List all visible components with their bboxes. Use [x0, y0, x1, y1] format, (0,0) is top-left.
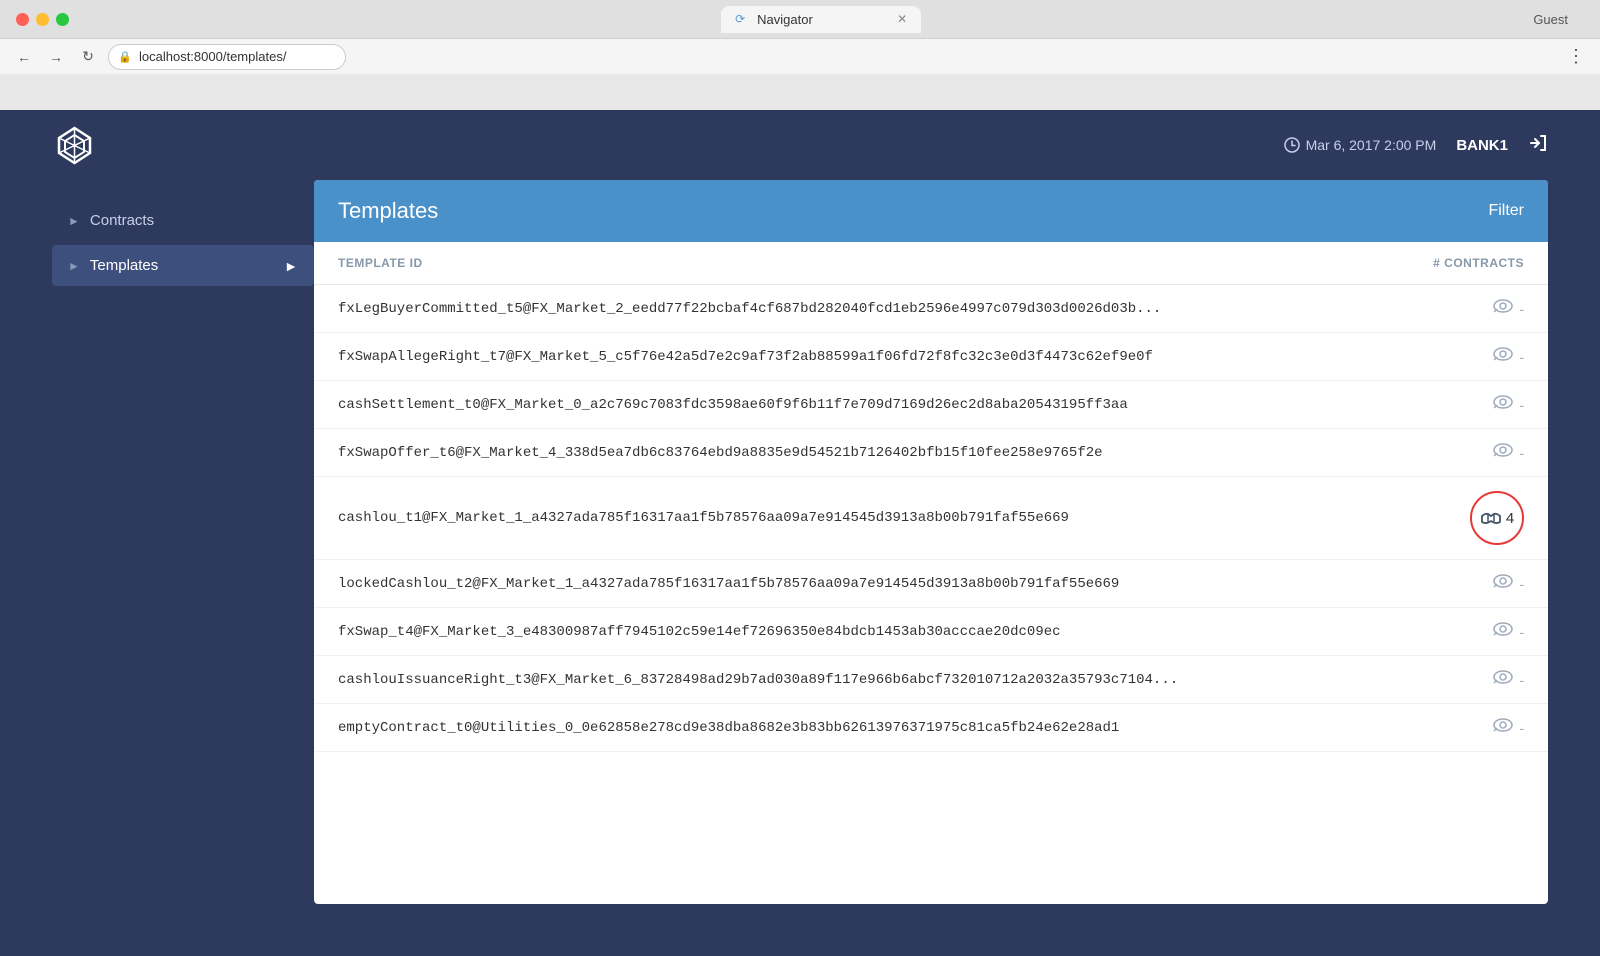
url-container: 🔒 — [108, 44, 1556, 70]
app-logo — [52, 123, 97, 168]
contracts-count: - — [1519, 349, 1524, 365]
sidebar-item-contracts[interactable]: ► Contracts — [52, 200, 314, 241]
tab-icon: ⟳ — [735, 12, 749, 26]
contracts-count: - — [1519, 672, 1524, 688]
contracts-badge: 4 — [1470, 491, 1524, 545]
back-button[interactable]: ← — [12, 45, 36, 69]
contracts-count: - — [1519, 445, 1524, 461]
reload-button[interactable]: ↻ — [76, 45, 100, 69]
handshake-icon — [1480, 508, 1502, 528]
table-row[interactable]: fxSwapAllegeRight_t7@FX_Market_5_c5f76e4… — [314, 333, 1548, 381]
header-right: Mar 6, 2017 2:00 PM BANK1 — [1284, 133, 1548, 158]
view-icon[interactable] — [1493, 670, 1513, 689]
close-tab-button[interactable]: ✕ — [897, 12, 907, 26]
traffic-lights — [16, 13, 69, 26]
lock-icon: 🔒 — [118, 50, 132, 63]
view-icon[interactable] — [1493, 622, 1513, 641]
table-row[interactable]: fxSwapOffer_t6@FX_Market_4_338d5ea7db6c8… — [314, 429, 1548, 477]
clock-icon — [1284, 137, 1300, 153]
datetime-label: Mar 6, 2017 2:00 PM — [1306, 137, 1437, 153]
chevron-icon: ► — [68, 214, 80, 228]
title-bar: ⟳ Navigator ✕ Guest — [0, 0, 1600, 38]
view-icon[interactable] — [1493, 395, 1513, 414]
logo-area — [52, 123, 97, 168]
row-contracts: - — [1404, 670, 1524, 689]
row-template-id: fxSwap_t4@FX_Market_3_e48300987aff794510… — [338, 624, 1404, 640]
row-contracts: - — [1404, 574, 1524, 593]
table-row-highlighted[interactable]: cashlou_t1@FX_Market_1_a4327ada785f16317… — [314, 477, 1548, 560]
col-contracts: # CONTRACTS — [1404, 256, 1524, 270]
contracts-count: - — [1519, 720, 1524, 736]
row-template-id: lockedCashlou_t2@FX_Market_1_a4327ada785… — [338, 576, 1404, 592]
app-container: Mar 6, 2017 2:00 PM BANK1 ► Contracts ► … — [0, 110, 1600, 956]
minimize-button[interactable] — [36, 13, 49, 26]
guest-label: Guest — [1533, 12, 1568, 27]
sidebar-item-templates[interactable]: ► Templates ► — [52, 245, 314, 286]
col-template-id: TEMPLATE ID — [338, 256, 1404, 270]
view-icon[interactable] — [1493, 299, 1513, 318]
row-template-id: cashlou_t1@FX_Market_1_a4327ada785f16317… — [338, 510, 1404, 526]
view-icon[interactable] — [1493, 574, 1513, 593]
chevron-right-icon: ► — [284, 258, 298, 274]
app-header: Mar 6, 2017 2:00 PM BANK1 — [52, 110, 1548, 180]
row-contracts: - — [1404, 718, 1524, 737]
table-row[interactable]: emptyContract_t0@Utilities_0_0e62858e278… — [314, 704, 1548, 752]
filter-button[interactable]: Filter — [1488, 202, 1524, 220]
sidebar-item-label: Templates — [90, 257, 158, 274]
table-container[interactable]: TEMPLATE ID # CONTRACTS fxLegBuyerCommit… — [314, 242, 1548, 904]
row-template-id: fxSwapAllegeRight_t7@FX_Market_5_c5f76e4… — [338, 349, 1404, 365]
clock-area: Mar 6, 2017 2:00 PM — [1284, 137, 1437, 153]
address-bar: ← → ↻ 🔒 ⋮ — [0, 38, 1600, 74]
browser-tab[interactable]: ⟳ Navigator ✕ — [721, 6, 921, 33]
row-template-id: emptyContract_t0@Utilities_0_0e62858e278… — [338, 720, 1404, 736]
view-icon[interactable] — [1493, 347, 1513, 366]
maximize-button[interactable] — [56, 13, 69, 26]
row-contracts: - — [1404, 443, 1524, 462]
contracts-count: - — [1519, 397, 1524, 413]
content-header: Templates Filter — [314, 180, 1548, 242]
contracts-count: - — [1519, 576, 1524, 592]
main-content: Templates Filter TEMPLATE ID # CONTRACTS… — [314, 180, 1548, 904]
logout-icon[interactable] — [1528, 133, 1548, 158]
sidebar: ► Contracts ► Templates ► — [52, 180, 314, 904]
row-contracts: - — [1404, 299, 1524, 318]
close-button[interactable] — [16, 13, 29, 26]
row-template-id: fxSwapOffer_t6@FX_Market_4_338d5ea7db6c8… — [338, 445, 1404, 461]
main-layout: ► Contracts ► Templates ► Templates Filt… — [52, 180, 1548, 904]
forward-button[interactable]: → — [44, 45, 68, 69]
table-row[interactable]: lockedCashlou_t2@FX_Market_1_a4327ada785… — [314, 560, 1548, 608]
table-row[interactable]: cashlouIssuanceRight_t3@FX_Market_6_8372… — [314, 656, 1548, 704]
row-contracts: - — [1404, 622, 1524, 641]
row-template-id: fxLegBuyerCommitted_t5@FX_Market_2_eedd7… — [338, 301, 1404, 317]
row-template-id: cashlouIssuanceRight_t3@FX_Market_6_8372… — [338, 672, 1404, 688]
table-row[interactable]: cashSettlement_t0@FX_Market_0_a2c769c708… — [314, 381, 1548, 429]
view-icon[interactable] — [1493, 443, 1513, 462]
row-template-id: cashSettlement_t0@FX_Market_0_a2c769c708… — [338, 397, 1404, 413]
contracts-count: - — [1519, 301, 1524, 317]
bank-label: BANK1 — [1456, 137, 1508, 154]
os-chrome: ⟳ Navigator ✕ Guest ← → ↻ 🔒 ⋮ — [0, 0, 1600, 110]
url-input[interactable] — [108, 44, 346, 70]
content-title: Templates — [338, 198, 438, 224]
more-options-button[interactable]: ⋮ — [1564, 45, 1588, 69]
row-contracts-highlighted: 4 — [1404, 491, 1524, 545]
contracts-count-value: 4 — [1506, 510, 1514, 527]
contracts-count: - — [1519, 624, 1524, 640]
table-header: TEMPLATE ID # CONTRACTS — [314, 242, 1548, 285]
sidebar-item-label: Contracts — [90, 212, 154, 229]
row-contracts: - — [1404, 395, 1524, 414]
filter-label: Filter — [1488, 202, 1524, 220]
tab-label: Navigator — [757, 12, 813, 27]
table-row[interactable]: fxSwap_t4@FX_Market_3_e48300987aff794510… — [314, 608, 1548, 656]
view-icon[interactable] — [1493, 718, 1513, 737]
row-contracts: - — [1404, 347, 1524, 366]
table-row[interactable]: fxLegBuyerCommitted_t5@FX_Market_2_eedd7… — [314, 285, 1548, 333]
chevron-icon: ► — [68, 259, 80, 273]
